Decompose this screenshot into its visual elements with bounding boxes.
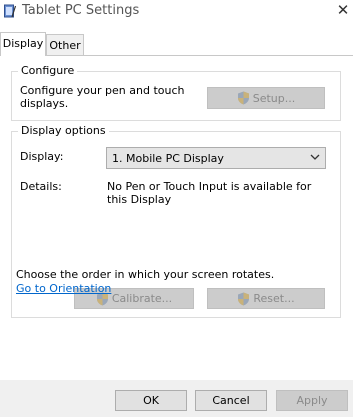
display-select[interactable]: 1. Mobile PC Display bbox=[106, 147, 326, 169]
display-options-group-title: Display options bbox=[18, 124, 109, 137]
display-tab-panel: Configure Configure your pen and touch d… bbox=[0, 55, 353, 380]
display-label: Display: bbox=[20, 150, 64, 163]
configure-group: Configure Configure your pen and touch d… bbox=[11, 64, 341, 121]
calibrate-button-label: Calibrate... bbox=[111, 292, 173, 305]
apply-button[interactable]: Apply bbox=[276, 390, 348, 411]
tab-other[interactable]: Other bbox=[46, 34, 84, 55]
details-label: Details: bbox=[20, 180, 62, 193]
close-button[interactable]: ✕ bbox=[334, 1, 352, 19]
uac-shield-icon bbox=[237, 91, 249, 105]
display-select-value: 1. Mobile PC Display bbox=[112, 152, 224, 165]
configure-description: Configure your pen and touch displays. bbox=[20, 84, 185, 110]
window-title: Tablet PC Settings bbox=[22, 3, 140, 18]
chevron-down-icon bbox=[310, 154, 320, 160]
details-value: No Pen or Touch Input is available for t… bbox=[107, 180, 312, 206]
orientation-text: Choose the order in which your screen ro… bbox=[16, 268, 275, 281]
setup-button-label: Setup... bbox=[252, 91, 296, 105]
reset-button[interactable]: Reset... bbox=[207, 288, 325, 309]
tablet-pc-icon bbox=[4, 4, 16, 18]
go-to-orientation-link[interactable]: Go to Orientation bbox=[16, 282, 111, 295]
setup-button[interactable]: Setup... bbox=[207, 87, 325, 109]
uac-shield-icon bbox=[238, 292, 250, 305]
cancel-button[interactable]: Cancel bbox=[195, 390, 267, 411]
title-bar: Tablet PC Settings ✕ bbox=[0, 0, 353, 26]
ok-button[interactable]: OK bbox=[115, 390, 187, 411]
dialog-footer: OK Cancel Apply bbox=[0, 380, 353, 417]
tab-display[interactable]: Display bbox=[0, 32, 46, 56]
reset-button-label: Reset... bbox=[253, 292, 295, 305]
configure-group-title: Configure bbox=[18, 64, 78, 77]
